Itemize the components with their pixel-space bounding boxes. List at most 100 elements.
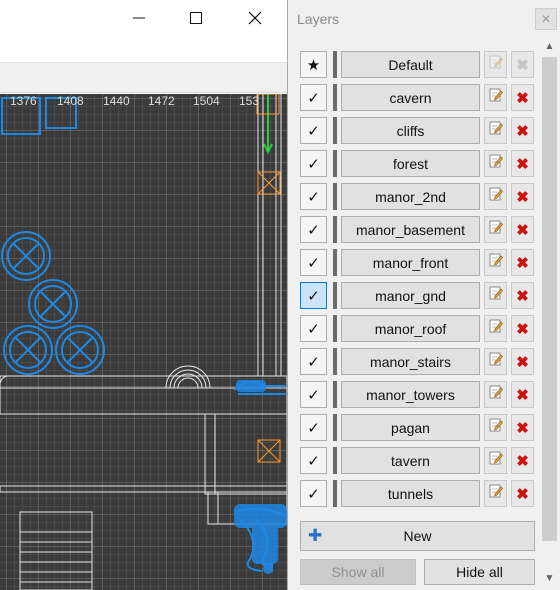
layer-visibility-toggle[interactable]: ★: [300, 51, 327, 78]
layer-name-button[interactable]: manor_basement: [341, 216, 480, 243]
layer-visibility-toggle[interactable]: ✓: [300, 150, 327, 177]
layer-edit-button[interactable]: [484, 150, 507, 177]
layer-edit-button[interactable]: [484, 249, 507, 276]
layer-color-bar: [333, 150, 337, 177]
layer-visibility-toggle[interactable]: ✓: [300, 183, 327, 210]
layer-edit-button[interactable]: [484, 51, 507, 78]
map-drawing: [0, 94, 287, 590]
maximize-icon: [190, 12, 202, 24]
layer-edit-button[interactable]: [484, 381, 507, 408]
vertical-scrollbar[interactable]: ▲ ▼: [540, 36, 559, 588]
layer-row: ✓ manor_roof ✖: [300, 315, 536, 342]
check-icon: ✓: [307, 155, 320, 173]
layer-visibility-toggle[interactable]: ✓: [300, 480, 327, 507]
layer-delete-button[interactable]: ✖: [511, 480, 534, 507]
layer-visibility-toggle[interactable]: ✓: [300, 348, 327, 375]
layer-delete-button[interactable]: ✖: [511, 84, 534, 111]
layer-name-button[interactable]: forest: [341, 150, 480, 177]
layer-name-button[interactable]: manor_towers: [341, 381, 480, 408]
scroll-up-button[interactable]: ▲: [540, 36, 559, 56]
layer-name-button[interactable]: manor_roof: [341, 315, 480, 342]
minimize-icon: [133, 17, 145, 19]
edit-icon: [489, 88, 503, 107]
layer-name-button[interactable]: manor_stairs: [341, 348, 480, 375]
layer-delete-button[interactable]: ✖: [511, 447, 534, 474]
maximize-button[interactable]: [173, 0, 219, 36]
edit-icon: [489, 55, 503, 74]
layer-edit-button[interactable]: [484, 216, 507, 243]
ruler-label: 1376: [10, 94, 37, 108]
layer-name-button[interactable]: pagan: [341, 414, 480, 441]
layer-visibility-toggle[interactable]: ✓: [300, 282, 327, 309]
delete-icon: ✖: [516, 353, 529, 371]
layer-delete-button[interactable]: ✖: [511, 150, 534, 177]
layer-delete-button[interactable]: ✖: [511, 348, 534, 375]
edit-icon: [489, 319, 503, 338]
layer-visibility-toggle[interactable]: ✓: [300, 84, 327, 111]
layer-visibility-toggle[interactable]: ✓: [300, 216, 327, 243]
scroll-down-button[interactable]: ▼: [540, 568, 559, 588]
layer-delete-button[interactable]: ✖: [511, 282, 534, 309]
edit-icon: [489, 286, 503, 305]
layer-name-button[interactable]: cavern: [341, 84, 480, 111]
layer-name-button[interactable]: manor_gnd: [341, 282, 480, 309]
layer-delete-button[interactable]: ✖: [511, 315, 534, 342]
layer-color-bar: [333, 249, 337, 276]
layer-delete-button[interactable]: ✖: [511, 249, 534, 276]
delete-icon: ✖: [516, 188, 529, 206]
minimize-button[interactable]: [116, 0, 162, 36]
layer-row: ✓ cliffs ✖: [300, 117, 536, 144]
layer-delete-button[interactable]: ✖: [511, 216, 534, 243]
layer-visibility-toggle[interactable]: ✓: [300, 414, 327, 441]
toolbar: [0, 63, 287, 93]
layer-name-button[interactable]: tavern: [341, 447, 480, 474]
layer-edit-button[interactable]: [484, 315, 507, 342]
check-icon: ✓: [307, 188, 320, 206]
edit-icon: [489, 385, 503, 404]
layer-edit-button[interactable]: [484, 480, 507, 507]
close-icon: ✕: [540, 12, 552, 26]
layer-visibility-toggle[interactable]: ✓: [300, 117, 327, 144]
layer-name-button[interactable]: manor_2nd: [341, 183, 480, 210]
new-layer-button[interactable]: ✚ New: [300, 521, 535, 551]
show-all-button[interactable]: Show all: [300, 559, 416, 585]
panel-close-button[interactable]: ✕: [535, 8, 557, 30]
layer-edit-button[interactable]: [484, 447, 507, 474]
close-button[interactable]: [232, 0, 278, 36]
layer-name-button[interactable]: Default: [341, 51, 480, 78]
layer-name-button[interactable]: cliffs: [341, 117, 480, 144]
layer-name-button[interactable]: manor_front: [341, 249, 480, 276]
layer-delete-button[interactable]: ✖: [511, 414, 534, 441]
layer-delete-button[interactable]: ✖: [511, 381, 534, 408]
layer-edit-button[interactable]: [484, 117, 507, 144]
edit-icon: [489, 451, 503, 470]
panel-titlebar[interactable]: Layers ✕: [288, 0, 560, 38]
layer-color-bar: [333, 84, 337, 111]
chevron-up-icon: ▲: [544, 40, 555, 52]
edit-icon: [489, 484, 503, 503]
map-viewport[interactable]: 1376 1408 1440 1472 1504 153: [0, 94, 287, 590]
layer-edit-button[interactable]: [484, 84, 507, 111]
layer-visibility-toggle[interactable]: ✓: [300, 381, 327, 408]
chevron-down-icon: ▼: [544, 572, 555, 584]
delete-icon: ✖: [516, 89, 529, 107]
layer-visibility-toggle[interactable]: ✓: [300, 315, 327, 342]
layer-name-button[interactable]: tunnels: [341, 480, 480, 507]
layer-edit-button[interactable]: [484, 183, 507, 210]
layer-delete-button[interactable]: ✖: [511, 117, 534, 144]
layer-edit-button[interactable]: [484, 414, 507, 441]
layer-edit-button[interactable]: [484, 348, 507, 375]
scroll-thumb[interactable]: [542, 57, 557, 541]
layer-row: ✓ manor_towers ✖: [300, 381, 536, 408]
layer-visibility-toggle[interactable]: ✓: [300, 447, 327, 474]
layer-visibility-toggle[interactable]: ✓: [300, 249, 327, 276]
layer-color-bar: [333, 51, 337, 78]
layer-edit-button[interactable]: [484, 282, 507, 309]
check-icon: ✓: [307, 353, 320, 371]
layer-delete-button[interactable]: ✖: [511, 183, 534, 210]
layer-color-bar: [333, 216, 337, 243]
layer-delete-button[interactable]: ✖: [511, 51, 534, 78]
check-icon: ✓: [307, 485, 320, 503]
hide-all-button[interactable]: Hide all: [424, 559, 535, 585]
layer-row: ✓ manor_2nd ✖: [300, 183, 536, 210]
